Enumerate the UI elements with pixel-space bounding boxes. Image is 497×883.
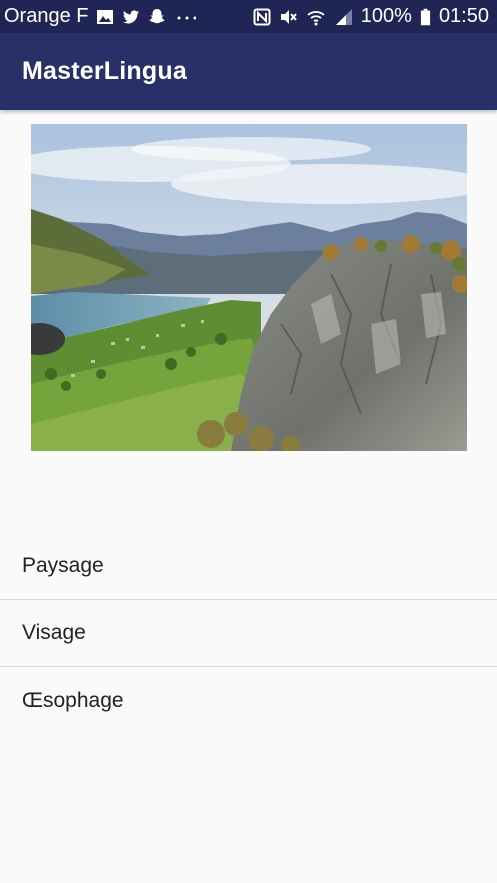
clock: 01:50 [438, 5, 489, 27]
list-item-oesophage[interactable]: Œsophage [0, 667, 497, 734]
wifi-icon [307, 10, 325, 25]
list-item-label: Visage [22, 621, 86, 644]
list-item-paysage[interactable]: Paysage [0, 533, 497, 600]
status-bar-right: 100% 01:50 [253, 5, 489, 28]
app-bar: MasterLingua [0, 33, 497, 110]
status-bar: Orange F 100% 01:50 [0, 0, 497, 33]
status-bar-left: Orange F [4, 5, 197, 28]
list-item-visage[interactable]: Visage [0, 600, 497, 667]
carrier-label: Orange F [4, 5, 89, 27]
battery-icon [420, 8, 431, 25]
list-item-label: Œsophage [22, 688, 124, 712]
more-dots-icon [177, 16, 197, 19]
nfc-icon [253, 8, 271, 25]
twitter-icon [123, 9, 140, 23]
app-title: MasterLingua [22, 57, 187, 85]
mute-icon [280, 9, 297, 24]
gallery-icon [97, 9, 114, 24]
battery-percent: 100% [360, 5, 412, 27]
list-item-label: Paysage [22, 554, 104, 577]
landscape-photo-svg [31, 124, 467, 451]
landscape-image [31, 124, 467, 451]
word-list: Paysage Visage Œsophage [0, 533, 497, 734]
signal-icon [335, 8, 352, 25]
snapchat-icon [149, 8, 166, 23]
